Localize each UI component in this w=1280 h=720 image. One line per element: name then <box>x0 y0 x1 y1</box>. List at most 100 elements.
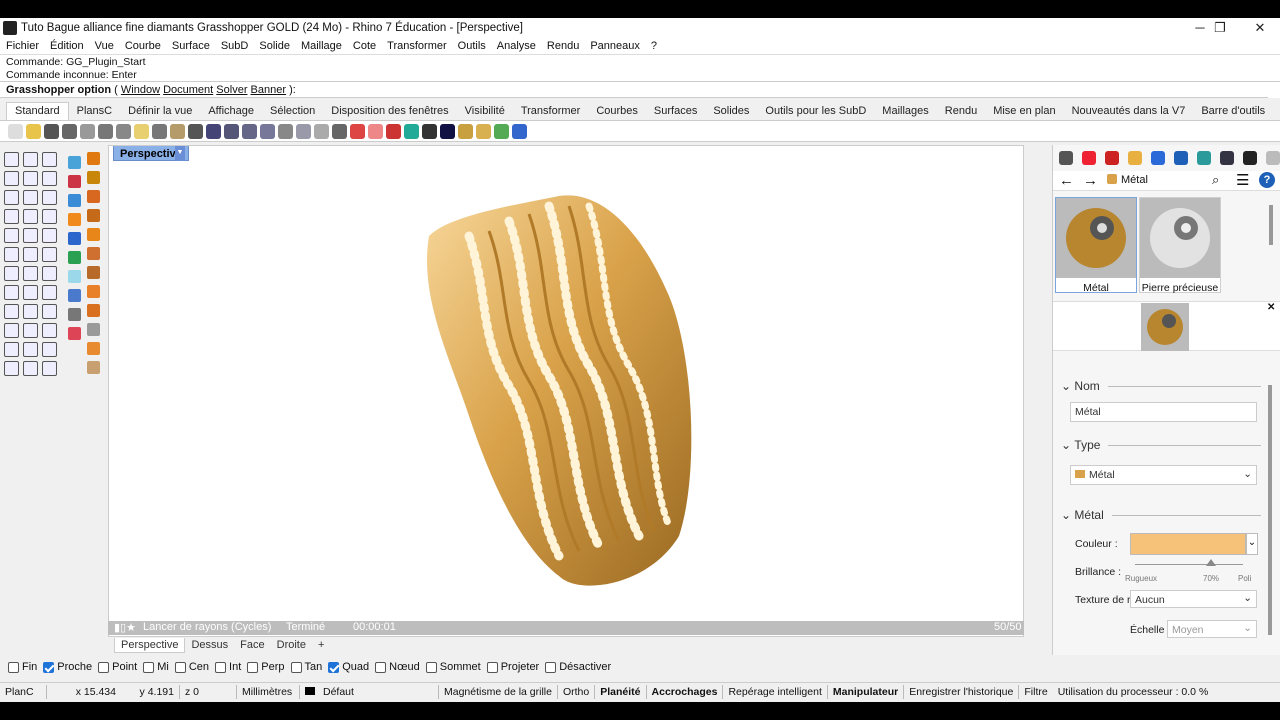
toolbar-button[interactable] <box>8 123 23 139</box>
toolbar-button[interactable] <box>386 123 401 139</box>
command-prompt[interactable]: Grasshopper option ( Window Document Sol… <box>0 81 1280 98</box>
tool-button[interactable] <box>23 266 38 281</box>
toolbar-button[interactable] <box>188 123 203 139</box>
toolbar-tab[interactable]: Affichage <box>200 103 262 120</box>
tool-button[interactable] <box>4 285 19 300</box>
osnap-8[interactable]: Quad <box>328 661 369 673</box>
osnap-3[interactable]: Mi <box>143 661 169 673</box>
tool-button[interactable] <box>87 323 100 336</box>
toolbar-tab[interactable]: Surfaces <box>646 103 705 120</box>
menu-item[interactable]: Fichier <box>6 40 39 52</box>
osnap-12[interactable]: Désactiver <box>545 661 611 673</box>
panel-tab-icon[interactable] <box>1220 151 1234 165</box>
toolbar-button[interactable] <box>152 123 167 139</box>
osnap-1[interactable]: Proche <box>43 661 92 673</box>
menu-item[interactable]: Transformer <box>387 40 447 52</box>
menu-item[interactable]: Outils <box>458 40 486 52</box>
osnap-checkbox[interactable] <box>98 661 110 673</box>
toolbar-button[interactable] <box>278 123 293 139</box>
toolbar-button[interactable] <box>26 123 41 139</box>
close-preview-icon[interactable]: ✕ <box>1267 302 1275 313</box>
tool-button[interactable] <box>42 247 57 262</box>
tool-button[interactable] <box>4 304 19 319</box>
panel-tab-icon[interactable] <box>1059 151 1073 165</box>
toolbar-button[interactable] <box>242 123 257 139</box>
smarttrack-toggle[interactable]: Repérage intelligent <box>723 686 826 698</box>
snap-grid-toggle[interactable]: Magnétisme de la grille <box>439 686 557 698</box>
toolbar-button[interactable] <box>422 123 437 139</box>
osnap-checkbox[interactable] <box>247 661 259 673</box>
toolbar-tab[interactable]: Outils pour les SubD <box>757 103 874 120</box>
tool-button[interactable] <box>4 152 19 167</box>
color-swatch[interactable] <box>1130 533 1246 555</box>
tool-button[interactable] <box>42 228 57 243</box>
tool-button[interactable] <box>87 171 100 184</box>
toolbar-tab[interactable]: Maillages <box>874 103 936 120</box>
command-option-banner[interactable]: Banner <box>251 84 286 96</box>
toolbar-button[interactable] <box>62 123 77 139</box>
tool-button[interactable] <box>23 171 38 186</box>
tool-button[interactable] <box>87 190 100 203</box>
toolbar-button[interactable] <box>332 123 347 139</box>
tool-button[interactable] <box>87 304 100 317</box>
toolbar-button[interactable] <box>404 123 419 139</box>
tool-button[interactable] <box>87 209 100 222</box>
tool-button[interactable] <box>42 266 57 281</box>
viewport-tab[interactable]: Dessus <box>185 638 234 652</box>
osnap-checkbox[interactable] <box>545 661 557 673</box>
tool-button[interactable] <box>42 342 57 357</box>
tool-button[interactable] <box>68 327 81 340</box>
osnap-checkbox[interactable] <box>425 661 437 673</box>
toolbar-button[interactable] <box>44 123 59 139</box>
gloss-slider-track[interactable] <box>1135 564 1243 565</box>
viewport-menu-arrow[interactable]: ▼ <box>175 146 185 161</box>
menu-item[interactable]: Maillage <box>301 40 342 52</box>
panel-tab-icon[interactable] <box>1082 151 1096 165</box>
tool-button[interactable] <box>23 190 38 205</box>
tool-button[interactable] <box>42 361 57 376</box>
menu-item[interactable]: ? <box>651 40 657 52</box>
toolbar-button[interactable] <box>224 123 239 139</box>
tool-button[interactable] <box>87 285 100 298</box>
tool-button[interactable] <box>4 228 19 243</box>
section-name[interactable]: ⌄ Nom <box>1061 379 1261 393</box>
panel-scrollbar[interactable] <box>1268 385 1272 635</box>
osnap-2[interactable]: Point <box>98 661 137 673</box>
tool-button[interactable] <box>68 156 81 169</box>
menu-item[interactable]: Analyse <box>497 40 536 52</box>
tool-button[interactable] <box>23 342 38 357</box>
toolbar-button[interactable] <box>458 123 473 139</box>
tool-button[interactable] <box>68 270 81 283</box>
panel-tab-icon[interactable] <box>1266 151 1280 165</box>
ortho-toggle[interactable]: Ortho <box>558 686 594 698</box>
toolbar-button[interactable] <box>134 123 149 139</box>
toolbar-button[interactable] <box>170 123 185 139</box>
tool-button[interactable] <box>23 247 38 262</box>
tool-button[interactable] <box>68 289 81 302</box>
toolbar-button[interactable] <box>350 123 365 139</box>
chevron-down-icon[interactable]: ⌄ <box>1246 533 1258 555</box>
osnap-checkbox[interactable] <box>328 661 340 673</box>
tool-button[interactable] <box>23 285 38 300</box>
toolbar-tab[interactable]: Courbes <box>588 103 646 120</box>
osnap-9[interactable]: Nœud <box>375 661 420 673</box>
viewport-perspective[interactable]: Perspective ▼ <box>108 145 1024 637</box>
toolbar-tab[interactable]: Nouveautés dans la V7 <box>1064 103 1194 120</box>
tool-button[interactable] <box>42 209 57 224</box>
menu-item[interactable]: Solide <box>259 40 290 52</box>
toolbar-tab[interactable]: Sélection <box>262 103 323 120</box>
osnap-checkbox[interactable] <box>43 661 55 673</box>
toolbar-button[interactable] <box>440 123 455 139</box>
command-scroll-arrows[interactable] <box>1268 82 1280 98</box>
tool-button[interactable] <box>68 175 81 188</box>
osnap-checkbox[interactable] <box>375 661 387 673</box>
toolbar-tab[interactable]: PlansC <box>69 103 120 120</box>
toolbar-button[interactable] <box>98 123 113 139</box>
forward-arrow-icon[interactable]: → <box>1083 172 1098 189</box>
tool-button[interactable] <box>4 266 19 281</box>
command-option-window[interactable]: Window <box>121 84 160 96</box>
toolbar-button[interactable] <box>80 123 95 139</box>
menu-item[interactable]: Édition <box>50 40 84 52</box>
toolbar-button[interactable] <box>368 123 383 139</box>
menu-item[interactable]: Panneaux <box>590 40 640 52</box>
